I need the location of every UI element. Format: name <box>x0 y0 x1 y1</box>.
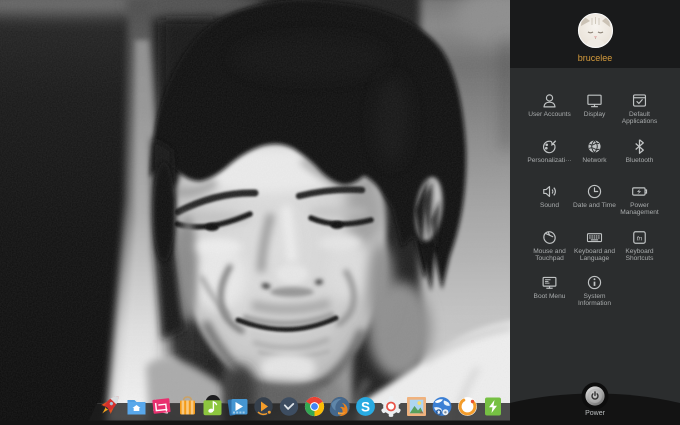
svg-text:fn: fn <box>637 235 643 242</box>
svg-text:S: S <box>361 399 370 414</box>
